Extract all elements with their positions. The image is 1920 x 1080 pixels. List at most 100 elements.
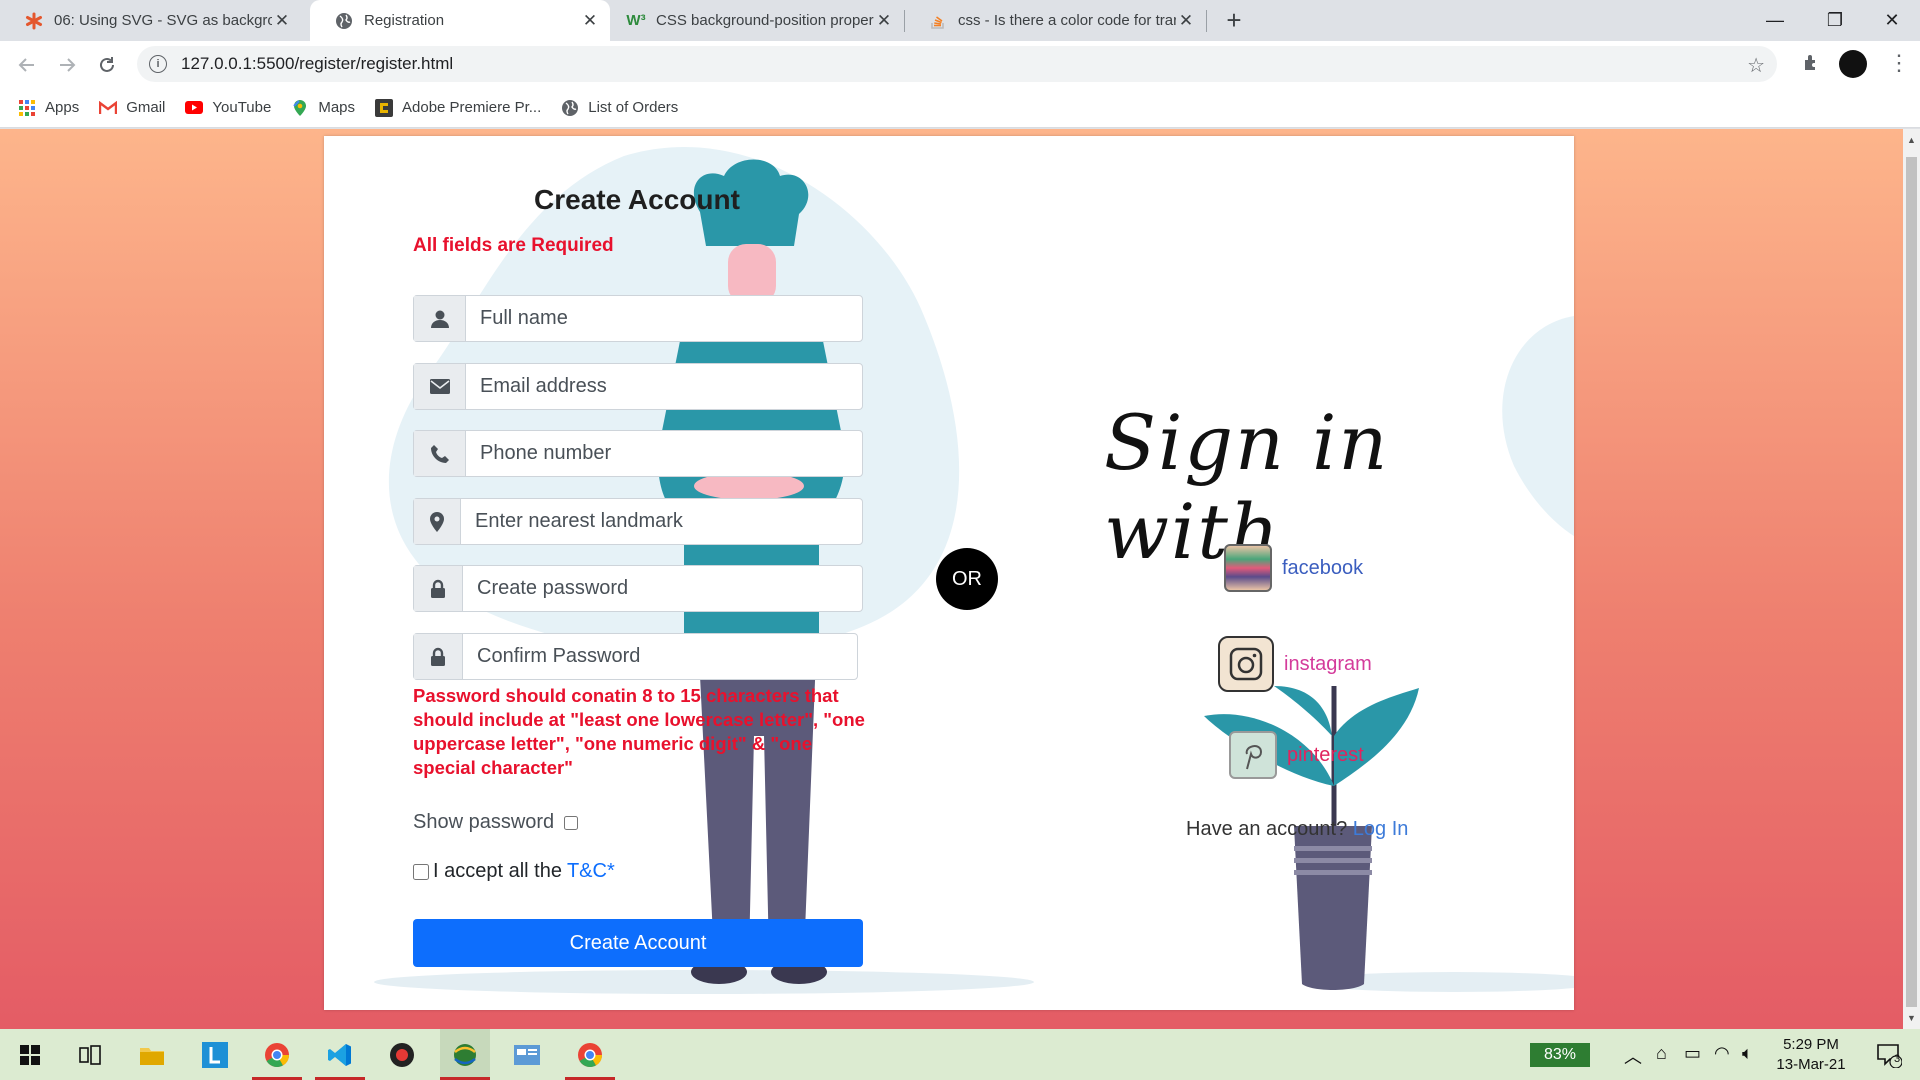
vscode-taskbar-button[interactable]	[315, 1029, 365, 1080]
extensions-icon[interactable]	[1801, 52, 1821, 78]
facebook-link[interactable]: facebook	[1224, 544, 1363, 592]
tab-css-background-position[interactable]: W³ CSS background-position proper ✕	[602, 0, 904, 41]
show-password-control[interactable]: Show password	[413, 811, 579, 834]
reload-icon	[100, 57, 114, 72]
control-panel-taskbar-button[interactable]	[502, 1029, 552, 1080]
network-app-taskbar-button[interactable]	[440, 1029, 490, 1080]
reload-button[interactable]	[91, 49, 123, 81]
task-view-button[interactable]	[65, 1029, 115, 1080]
clock-time: 5:29 PM	[1783, 1036, 1839, 1053]
tab-svg-background[interactable]: 06: Using SVG - SVG as backgrou ✕	[0, 0, 302, 41]
email-input[interactable]	[466, 364, 862, 409]
terms-link[interactable]: T&C*	[567, 860, 615, 883]
phone-input[interactable]	[466, 431, 862, 476]
show-password-checkbox[interactable]	[564, 815, 579, 830]
page-scrollbar[interactable]: ▲ ▼	[1903, 129, 1920, 1029]
landmark-input[interactable]	[461, 499, 862, 544]
bookmark-star-icon[interactable]: ☆	[1747, 53, 1765, 78]
meet-icon[interactable]: ⌂	[1656, 1043, 1667, 1064]
scroll-down-arrow-icon[interactable]: ▼	[1907, 1013, 1916, 1023]
landmark-field[interactable]	[413, 498, 863, 545]
have-account-text: Have an account?	[1186, 818, 1348, 840]
instagram-link[interactable]: instagram	[1218, 636, 1372, 692]
address-bar[interactable]: i 127.0.0.1:5500/register/register.html …	[137, 46, 1777, 82]
close-tab-icon[interactable]: ✕	[272, 11, 292, 31]
profile-avatar[interactable]	[1839, 50, 1867, 78]
password-rule-text: Password should conatin 8 to 15 characte…	[413, 685, 865, 778]
speaker-icon[interactable]: 🔈︎	[1742, 1043, 1753, 1064]
chevron-up-icon[interactable]: ︿	[1624, 1043, 1642, 1069]
bookmark-label: Adobe Premiere Pr...	[402, 99, 542, 116]
confirm-password-input[interactable]	[463, 634, 857, 679]
create-password-input[interactable]	[463, 566, 862, 611]
chrome-second-taskbar-button[interactable]	[565, 1029, 615, 1080]
launcher-l-button[interactable]	[190, 1029, 240, 1080]
bookmark-list-of-orders[interactable]: List of Orders	[561, 99, 678, 117]
full-name-input[interactable]	[466, 296, 862, 341]
notification-count: 3	[1894, 1053, 1901, 1065]
close-window-button[interactable]: ✕	[1862, 0, 1920, 41]
url-text[interactable]: 127.0.0.1:5500/register/register.html	[181, 54, 453, 74]
tab-registration[interactable]: Registration ✕	[310, 0, 610, 41]
restore-button[interactable]: ❐	[1805, 0, 1865, 41]
menu-icon[interactable]: ⋮	[1888, 50, 1910, 76]
required-notice: All fields are Required	[413, 235, 614, 256]
file-explorer-button[interactable]	[127, 1029, 177, 1080]
pinterest-link[interactable]: pinterest	[1229, 731, 1364, 779]
battery-percentage-badge[interactable]: 83%	[1530, 1043, 1590, 1067]
scrollbar-thumb[interactable]	[1906, 157, 1917, 1007]
close-tab-icon[interactable]: ✕	[1176, 11, 1196, 31]
registration-card: Create Account All fields are Required F…	[324, 136, 1574, 1010]
task-view-icon	[79, 1044, 101, 1065]
chrome-taskbar-button[interactable]	[252, 1029, 302, 1080]
lock-icon	[414, 566, 463, 611]
wifi-icon[interactable]: ◠	[1714, 1043, 1730, 1064]
youtube-icon	[185, 99, 204, 117]
user-icon	[414, 296, 466, 341]
bookmark-label: Apps	[45, 99, 80, 116]
tab-strip: 06: Using SVG - SVG as backgrou ✕ Regist…	[0, 0, 1920, 41]
envelope-icon	[414, 364, 466, 409]
bookmark-maps[interactable]: Maps	[291, 99, 355, 117]
back-button[interactable]	[11, 49, 43, 81]
tab-stackoverflow-color[interactable]: css - Is there a color code for trar ✕	[904, 0, 1206, 41]
phone-icon	[414, 431, 466, 476]
minimize-button[interactable]: —	[1745, 0, 1805, 41]
control-panel-icon	[514, 1044, 540, 1065]
start-button[interactable]	[5, 1029, 55, 1080]
login-link[interactable]: Log In	[1353, 818, 1409, 840]
bookmark-adobe-premiere[interactable]: Adobe Premiere Pr...	[375, 98, 542, 117]
bookmark-youtube[interactable]: YouTube	[185, 99, 271, 117]
email-field[interactable]	[413, 363, 863, 410]
close-tab-icon[interactable]: ✕	[874, 11, 894, 31]
recorder-taskbar-button[interactable]	[377, 1029, 427, 1080]
confirm-password-field[interactable]	[413, 633, 858, 680]
accept-terms-control[interactable]: I accept all the T&C*	[413, 860, 615, 883]
create-account-button[interactable]: Create Account	[413, 919, 863, 967]
close-tab-icon[interactable]: ✕	[580, 11, 600, 31]
action-center-button[interactable]: 3	[1864, 1029, 1914, 1080]
phone-field[interactable]	[413, 430, 863, 477]
gmail-icon	[99, 99, 118, 117]
full-name-field[interactable]	[413, 295, 863, 342]
scroll-up-arrow-icon[interactable]: ▲	[1907, 135, 1916, 145]
system-clock[interactable]: 5:29 PM 13-Mar-21	[1774, 1035, 1848, 1075]
bookmark-apps[interactable]: Apps	[18, 99, 79, 117]
lock-icon	[414, 634, 463, 679]
page-viewport: Create Account All fields are Required F…	[0, 129, 1903, 1029]
create-password-field[interactable]	[413, 565, 863, 612]
bookmark-label: YouTube	[212, 99, 272, 116]
new-tab-button[interactable]: +	[1219, 6, 1249, 36]
page-title: Create Account	[534, 184, 740, 215]
bookmark-gmail[interactable]: Gmail	[99, 99, 165, 117]
l-app-icon	[202, 1041, 228, 1068]
info-icon[interactable]: i	[149, 55, 167, 73]
recorder-icon	[390, 1042, 414, 1067]
accept-terms-checkbox[interactable]	[413, 863, 429, 880]
forward-button[interactable]	[51, 49, 83, 81]
accept-terms-label: I accept all the	[433, 860, 562, 882]
maps-icon	[291, 99, 309, 117]
battery-icon[interactable]: ▭	[1684, 1043, 1701, 1064]
bookmark-label: Maps	[318, 99, 356, 116]
tab-title: 06: Using SVG - SVG as backgrou	[54, 12, 272, 29]
